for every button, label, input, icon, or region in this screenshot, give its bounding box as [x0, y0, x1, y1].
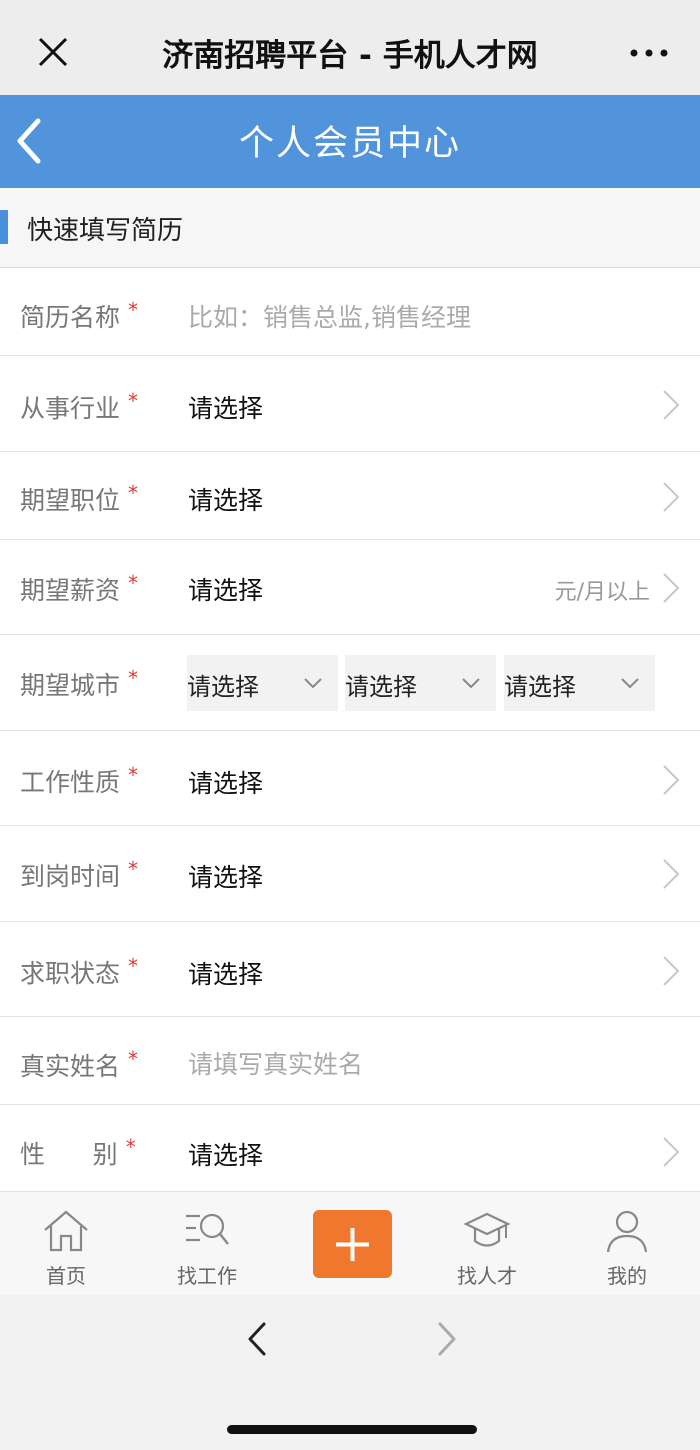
- gender-select[interactable]: 请选择: [188, 1136, 263, 1172]
- position-row[interactable]: 期望职位 * 请选择: [0, 452, 700, 540]
- tab-home[interactable]: 首页: [11, 1192, 121, 1296]
- real-name-input[interactable]: 请填写真实姓名: [188, 1045, 363, 1081]
- resume-form: 简历名称 * 比如：销售总监,销售经理 从事行业 * 请选择 期望职位 * 请选择 期…: [0, 268, 700, 1191]
- arrival-time-select[interactable]: 请选择: [188, 858, 263, 894]
- industry-row[interactable]: 从事行业 * 请选择: [0, 356, 700, 452]
- chevron-down-icon: [462, 678, 480, 689]
- city-label: 期望城市 *: [20, 666, 139, 700]
- plus-icon: [336, 1228, 369, 1261]
- job-type-select[interactable]: 请选择: [188, 764, 263, 800]
- city-province-select[interactable]: 请选择: [187, 655, 338, 711]
- tab-find-talent-label: 找人才: [457, 1264, 517, 1288]
- chevron-left-icon[interactable]: [240, 1321, 276, 1357]
- tab-find-job[interactable]: 找工作: [152, 1192, 262, 1296]
- job-type-row[interactable]: 工作性质 * 请选择: [0, 731, 700, 826]
- chevron-right-icon[interactable]: [428, 1321, 464, 1357]
- industry-label: 从事行业 *: [20, 389, 139, 423]
- resume-name-input[interactable]: 比如：销售总监,销售经理: [188, 298, 471, 334]
- more-dots-icon[interactable]: [624, 38, 674, 68]
- home-icon: [44, 1210, 88, 1252]
- chevron-right-icon: [663, 859, 680, 889]
- bottom-tab-bar: 首页 找工作 找人才 我的: [0, 1191, 700, 1295]
- resume-name-label: 简历名称 *: [20, 298, 139, 332]
- city-row: 期望城市 * 请选择 请选择 请选择: [0, 635, 700, 731]
- salary-unit: 元/月以上: [554, 580, 650, 605]
- home-indicator: [227, 1425, 477, 1434]
- tab-find-job-label: 找工作: [177, 1264, 237, 1288]
- browser-toolbar: [0, 1295, 700, 1450]
- job-search-icon: [186, 1213, 229, 1245]
- section-header: 快速填写简历: [0, 188, 700, 268]
- salary-row[interactable]: 期望薪资 * 请选择 元/月以上: [0, 540, 700, 635]
- real-name-label: 真实姓名 *: [20, 1047, 139, 1081]
- arrival-time-row[interactable]: 到岗时间 * 请选择: [0, 826, 700, 922]
- salary-label: 期望薪资 *: [20, 571, 139, 605]
- chevron-right-icon: [663, 482, 680, 512]
- real-name-row[interactable]: 真实姓名 * 请填写真实姓名: [0, 1017, 700, 1105]
- job-status-select[interactable]: 请选择: [188, 955, 263, 991]
- city-city-select[interactable]: 请选择: [345, 655, 496, 711]
- gender-row[interactable]: 性 别 * 请选择: [0, 1105, 700, 1191]
- top-bar: 济南招聘平台 - 手机人才网: [0, 0, 700, 95]
- graduation-cap-icon: [463, 1212, 511, 1247]
- close-icon[interactable]: [28, 27, 78, 77]
- salary-select[interactable]: 请选择: [188, 571, 263, 607]
- industry-select[interactable]: 请选择: [188, 389, 263, 425]
- section-title: 快速填写简历: [27, 216, 184, 246]
- tab-mine-label: 我的: [607, 1264, 647, 1288]
- job-status-label: 求职状态 *: [20, 954, 139, 988]
- resume-name-row[interactable]: 简历名称 * 比如：销售总监,销售经理: [0, 268, 700, 356]
- city-district-select[interactable]: 请选择: [504, 655, 655, 711]
- gender-label: 性 别 *: [20, 1135, 136, 1169]
- position-label: 期望职位 *: [20, 481, 139, 515]
- job-type-label: 工作性质 *: [20, 763, 139, 797]
- page-header: 个人会员中心: [0, 95, 700, 188]
- tab-find-talent[interactable]: 找人才: [432, 1192, 542, 1296]
- chevron-down-icon: [621, 678, 639, 689]
- chevron-down-icon: [304, 678, 322, 689]
- section-accent-bar: [0, 210, 8, 244]
- user-icon: [606, 1210, 648, 1253]
- arrival-time-label: 到岗时间 *: [20, 857, 139, 891]
- browser-title: 济南招聘平台 - 手机人才网: [162, 38, 538, 74]
- chevron-right-icon: [663, 765, 680, 795]
- add-resume-button[interactable]: [313, 1210, 392, 1278]
- chevron-right-icon: [663, 573, 680, 603]
- chevron-right-icon: [663, 390, 680, 420]
- chevron-right-icon: [663, 956, 680, 986]
- position-select[interactable]: 请选择: [188, 481, 263, 517]
- chevron-right-icon: [663, 1137, 680, 1167]
- tab-mine[interactable]: 我的: [572, 1192, 682, 1296]
- page-title: 个人会员中心: [238, 124, 461, 164]
- job-status-row[interactable]: 求职状态 * 请选择: [0, 922, 700, 1017]
- tab-home-label: 首页: [46, 1264, 86, 1288]
